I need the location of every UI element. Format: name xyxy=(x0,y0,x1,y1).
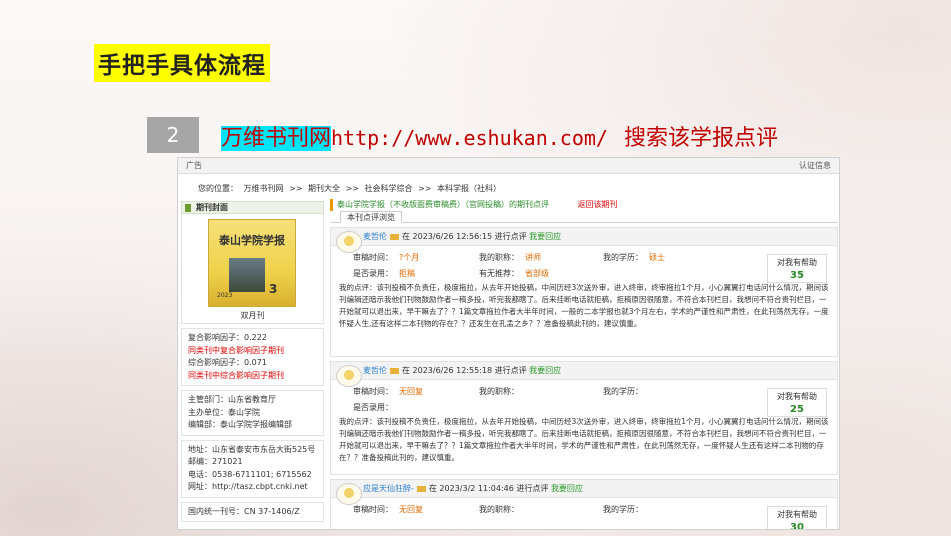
mail-icon[interactable] xyxy=(390,233,399,240)
helpful-count: 35 xyxy=(790,270,804,281)
postcode: 邮编：271021 xyxy=(188,457,243,466)
step-number: 2 xyxy=(147,117,199,153)
website-screenshot: 广告 认证信息 您的位置： 万维书刊网 >> 期刊大全 >> 社会科学综合 >>… xyxy=(177,157,840,530)
review-time: 在 2023/3/2 11:04:46 进行点评 xyxy=(428,484,549,493)
helpful-label: 对我有帮助 xyxy=(777,392,817,401)
supervisor: 主管部门：山东省教育厅 xyxy=(188,395,276,404)
cover-year: 2023 xyxy=(217,292,233,299)
reply-link[interactable]: 我要回应 xyxy=(529,366,561,375)
review-header: 麦哲伦 在 2023/6/26 12:55:18 进行点评 我要回应 xyxy=(331,362,837,387)
helpful-count: 30 xyxy=(790,522,804,530)
cover-heading: 期刊封面 xyxy=(181,201,324,214)
review-duration: 审稿时间： 无回复 xyxy=(353,387,423,396)
ad-bar: 广告 认证信息 xyxy=(178,158,839,174)
recommendation: 有无推荐： 省部级 xyxy=(479,269,549,278)
review-main: 泰山学院学报（不收版面费审稿费）（官网投稿）的期刊点评 返回该期刊 本刊点评浏览… xyxy=(330,199,838,530)
contact-block: 地址：山东省泰安市东岳大街525号 邮编：271021 电话：0538-6711… xyxy=(181,439,324,498)
mail-icon[interactable] xyxy=(416,485,426,492)
breadcrumb-social-science[interactable]: 社会科学综合 xyxy=(365,184,413,193)
helpful-vote-box[interactable]: 对我有帮助 30 xyxy=(767,506,827,530)
site-name: 万维书刊网 xyxy=(221,126,332,151)
sponsor: 主办单位：泰山学院 xyxy=(188,407,260,417)
reviewer-title: 我的职称： 讲师 xyxy=(479,253,541,262)
helpful-label: 对我有帮助 xyxy=(777,510,817,519)
breadcrumb-sep: >> xyxy=(418,184,432,193)
journal-review-title: 泰山学院学报（不收版面费审稿费）（官网投稿）的期刊点评 返回该期刊 xyxy=(330,199,838,211)
journal-cover-image: 泰山学院学报 2023 3 xyxy=(208,219,296,307)
reviewer-degree: 我的学历： xyxy=(603,387,643,396)
reviewer-name[interactable]: 麦哲伦 xyxy=(363,232,387,241)
review-item: 麦哲伦 在 2023/6/26 12:56:15 进行点评 我要回应 审稿时间：?… xyxy=(330,227,838,357)
journal-sidebar: 期刊封面 泰山学院学报 2023 3 双月刊 复合影响因子：0.222 同类刊中… xyxy=(181,201,324,522)
review-item: 麦哲伦 在 2023/6/26 12:55:18 进行点评 我要回应 审稿时间：无… xyxy=(330,361,838,475)
reviewer-name[interactable]: 麦哲伦 xyxy=(363,366,387,375)
cover-issue: 3 xyxy=(269,282,278,296)
review-text: 我的点评：该刊投稿不负责任，极度拖拉，从去年开始投稿，中间历经3次送外审，进入终… xyxy=(339,417,829,462)
review-item: 应是天仙狂醉- 在 2023/3/2 11:04:46 进行点评 我要回应 审稿时… xyxy=(330,479,838,530)
slide-title: 手把手具体流程 xyxy=(94,44,270,82)
reply-link[interactable]: 我要回应 xyxy=(551,484,583,493)
reviewer-name[interactable]: 应是天仙狂醉- xyxy=(363,484,414,493)
composite-impact-factor: 复合影响因子：0.222 xyxy=(188,333,267,342)
website[interactable]: 网址：http://tasz.cbpt.cnki.net xyxy=(188,481,317,494)
phone: 电话：0538-6711101; 6715562 xyxy=(188,469,312,479)
review-fields: 审稿时间： 无回复 我的职称： 我的学历： xyxy=(331,498,837,529)
composite-impact-link[interactable]: 同类刊中复合影响因子期刊 xyxy=(188,345,317,358)
cover-photo xyxy=(229,258,265,292)
overall-impact-factor: 综合影响因子：0.071 xyxy=(188,358,267,367)
org-block: 主管部门：山东省教育厅 主办单位：泰山学院 编辑部：泰山学院学报编辑部 xyxy=(181,390,324,436)
reviewer-degree: 我的学历： 硕士 xyxy=(603,253,665,262)
step-action: 搜索该学报点评 xyxy=(623,126,778,151)
reviewer-title: 我的职称： xyxy=(479,387,519,396)
breadcrumb-home[interactable]: 万维书刊网 xyxy=(244,184,284,193)
ad-label: 广告 xyxy=(186,161,202,170)
helpful-vote-box[interactable]: 对我有帮助 35 xyxy=(767,254,827,283)
review-header: 麦哲伦 在 2023/6/26 12:56:15 进行点评 我要回应 xyxy=(331,228,837,253)
accepted-status: 是否录用： xyxy=(353,403,393,412)
breadcrumb-sep: >> xyxy=(289,184,303,193)
breadcrumb-category[interactable]: 本科学报（社科） xyxy=(437,184,501,193)
review-time: 在 2023/6/26 12:56:15 进行点评 xyxy=(402,232,527,241)
back-to-journal-link[interactable]: 返回该期刊 xyxy=(578,200,618,209)
reviewer-degree: 我的学历： xyxy=(603,505,643,514)
breadcrumb: 您的位置： 万维书刊网 >> 期刊大全 >> 社会科学综合 >> 本科学报（社科… xyxy=(178,174,839,198)
review-duration: 审稿时间： ?个月 xyxy=(353,253,420,262)
breadcrumb-prefix: 您的位置： xyxy=(198,184,238,193)
reply-link[interactable]: 我要回应 xyxy=(529,232,561,241)
helpful-label: 对我有帮助 xyxy=(777,258,817,267)
publication-frequency: 双月刊 xyxy=(240,311,265,320)
review-duration: 审稿时间： 无回复 xyxy=(353,505,423,514)
review-time: 在 2023/6/26 12:55:18 进行点评 xyxy=(402,366,527,375)
tab-browse-reviews[interactable]: 本刊点评浏览 xyxy=(340,211,402,223)
address: 地址：山东省泰安市东岳大街525号 xyxy=(188,444,316,454)
review-header: 应是天仙狂醉- 在 2023/3/2 11:04:46 进行点评 我要回应 xyxy=(331,480,837,505)
cover-title: 泰山学院学报 xyxy=(219,234,285,247)
review-text: 我的点评：该刊投稿不负责任，极度拖拉，从去年开始投稿，中间历经3次送外审，进入终… xyxy=(339,283,829,328)
review-fields: 审稿时间： ?个月 我的职称： 讲师 我的学历： 硕士 是否录用： 拒稿 有无推荐： 省部… xyxy=(331,246,837,280)
breadcrumb-journals[interactable]: 期刊大全 xyxy=(308,184,340,193)
step-instruction: 万维书刊网http://www.eshukan.com/搜索该学报点评 xyxy=(221,120,778,152)
tab-bar: 本刊点评浏览 xyxy=(330,211,838,223)
helpful-vote-box[interactable]: 对我有帮助 25 xyxy=(767,388,827,417)
cover-panel: 泰山学院学报 2023 3 双月刊 xyxy=(181,214,324,324)
metrics-block: 复合影响因子：0.222 同类刊中复合影响因子期刊 综合影响因子：0.071 同… xyxy=(181,328,324,386)
overall-impact-link[interactable]: 同类刊中综合影响因子期刊 xyxy=(188,370,317,383)
journal-title: 泰山学院学报（不收版面费审稿费）（官网投稿）的期刊点评 xyxy=(337,200,549,209)
issn: 国内统一刊号：CN 37-1406/Z xyxy=(188,506,300,516)
editorial-office: 编辑部：泰山学院学报编辑部 xyxy=(188,420,292,429)
helpful-count: 25 xyxy=(790,404,804,415)
site-url: http://www.eshukan.com/ xyxy=(331,126,608,150)
mail-icon[interactable] xyxy=(390,367,399,374)
auth-info-link[interactable]: 认证信息 xyxy=(799,160,831,171)
breadcrumb-sep: >> xyxy=(345,184,359,193)
accepted-status: 是否录用： 拒稿 xyxy=(353,269,415,278)
reviewer-title: 我的职称： xyxy=(479,505,519,514)
issn-block: 国内统一刊号：CN 37-1406/Z xyxy=(181,501,324,522)
review-fields: 审稿时间： 无回复 我的职称： 我的学历： 是否录用： xyxy=(331,380,837,414)
